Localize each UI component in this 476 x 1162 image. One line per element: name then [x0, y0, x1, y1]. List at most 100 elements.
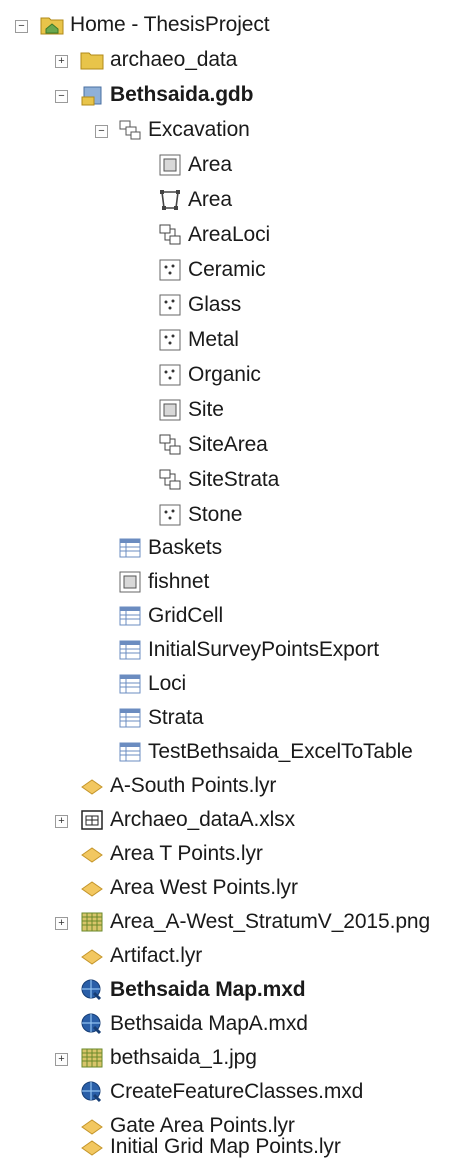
tree-item-fc-arealoci[interactable]: AreaLoci: [158, 220, 270, 250]
tree-item-fc-area-polygon[interactable]: Area: [158, 150, 232, 180]
tree-item-file-xlsx[interactable]: Archaeo_dataA.xlsx: [80, 805, 295, 835]
tree-item-file-bethsaida-map[interactable]: Bethsaida Map.mxd: [80, 975, 306, 1005]
tree-item-label: Area: [188, 153, 232, 176]
relationship-class-icon: [158, 468, 182, 492]
expand-toggle-jpg[interactable]: +: [55, 1053, 68, 1066]
tree-item-fc-stone[interactable]: Stone: [158, 500, 242, 530]
tree-item-file-initialgrid[interactable]: Initial Grid Map Points.lyr: [80, 1132, 341, 1162]
tree-item-fc-ceramic[interactable]: Ceramic: [158, 255, 266, 285]
point-feature-class-icon: [158, 328, 182, 352]
tree-item-label: Bethsaida MapA.mxd: [110, 1012, 308, 1035]
tree-item-label: SiteArea: [188, 433, 268, 456]
feature-dataset-icon: [118, 118, 142, 142]
expand-toggle-png[interactable]: +: [55, 917, 68, 930]
tree-item-archaeo-data[interactable]: archaeo_data: [80, 45, 237, 75]
table-icon: [118, 536, 142, 560]
tree-item-file-jpg[interactable]: bethsaida_1.jpg: [80, 1043, 257, 1073]
tree-item-gdb[interactable]: Bethsaida.gdb: [80, 80, 253, 110]
expand-toggle-xlsx[interactable]: +: [55, 815, 68, 828]
tree-item-label: CreateFeatureClasses.mxd: [110, 1080, 364, 1103]
tree-item-label: Archaeo_dataA.xlsx: [110, 808, 295, 831]
collapse-toggle-root[interactable]: −: [15, 20, 28, 33]
layer-file-icon: [80, 944, 104, 968]
tree-item-root[interactable]: Home - ThesisProject: [40, 10, 270, 40]
polygon-feature-class-icon: [158, 398, 182, 422]
tree-item-table-baskets[interactable]: Baskets: [118, 533, 222, 563]
point-feature-class-icon: [158, 503, 182, 527]
tree-item-file-asouth[interactable]: A-South Points.lyr: [80, 771, 276, 801]
tree-item-table-testbethsaida[interactable]: TestBethsaida_ExcelToTable: [118, 737, 413, 767]
tree-item-label: Ceramic: [188, 258, 266, 281]
tree-item-fc-site[interactable]: Site: [158, 395, 224, 425]
tree-item-table-gridcell[interactable]: GridCell: [118, 601, 223, 631]
tree-item-label: TestBethsaida_ExcelToTable: [148, 740, 413, 763]
map-document-icon: [80, 978, 104, 1002]
topology-icon: [158, 188, 182, 212]
tree-item-label: Organic: [188, 363, 261, 386]
tree-item-file-areawest[interactable]: Area West Points.lyr: [80, 873, 298, 903]
table-icon: [118, 638, 142, 662]
tree-item-label: Stone: [188, 503, 243, 526]
collapse-toggle-excavation[interactable]: −: [95, 125, 108, 138]
tree-item-label: Glass: [188, 293, 242, 316]
tree-item-excavation[interactable]: Excavation: [118, 115, 250, 145]
tree-item-label: Artifact.lyr: [110, 944, 203, 967]
tree-item-label: Home - ThesisProject: [70, 13, 270, 36]
tree-item-label: A-South Points.lyr: [110, 774, 277, 797]
geodatabase-icon: [80, 83, 104, 107]
tree-item-label: Excavation: [148, 118, 250, 141]
tree-item-label: fishnet: [148, 570, 210, 593]
tree-item-label: Initial Grid Map Points.lyr: [110, 1135, 341, 1158]
raster-icon: [80, 1046, 104, 1070]
tree-item-label: AreaLoci: [188, 223, 271, 246]
tree-item-label: Area West Points.lyr: [110, 876, 298, 899]
tree-item-fc-area-topology[interactable]: Area: [158, 185, 232, 215]
layer-file-icon: [80, 842, 104, 866]
expand-toggle-archaeo-data[interactable]: +: [55, 55, 68, 68]
raster-icon: [80, 910, 104, 934]
tree-item-fishnet[interactable]: fishnet: [118, 567, 209, 597]
collapse-toggle-gdb[interactable]: −: [55, 90, 68, 103]
tree-item-label: GridCell: [148, 604, 224, 627]
tree-item-label: InitialSurveyPointsExport: [148, 638, 379, 661]
layer-file-icon: [80, 774, 104, 798]
tree-item-file-createfc[interactable]: CreateFeatureClasses.mxd: [80, 1077, 363, 1107]
tree-item-label: Baskets: [148, 536, 222, 559]
layer-file-icon: [80, 1135, 104, 1159]
table-icon: [118, 672, 142, 696]
tree-item-file-areat[interactable]: Area T Points.lyr: [80, 839, 263, 869]
table-icon: [118, 604, 142, 628]
point-feature-class-icon: [158, 363, 182, 387]
home-folder-icon: [40, 13, 64, 37]
table-icon: [118, 706, 142, 730]
table-icon: [118, 740, 142, 764]
tree-item-label: Metal: [188, 328, 239, 351]
tree-item-label: Area T Points.lyr: [110, 842, 263, 865]
tree-item-fc-glass[interactable]: Glass: [158, 290, 241, 320]
tree-item-label: Site: [188, 398, 224, 421]
layer-file-icon: [80, 876, 104, 900]
relationship-class-icon: [158, 433, 182, 457]
tree-item-file-artifact[interactable]: Artifact.lyr: [80, 941, 202, 971]
tree-item-fc-metal[interactable]: Metal: [158, 325, 239, 355]
excel-workbook-icon: [80, 808, 104, 832]
tree-item-table-initialsurvey[interactable]: InitialSurveyPointsExport: [118, 635, 379, 665]
tree-item-file-png[interactable]: Area_A-West_StratumV_2015.png: [80, 907, 430, 937]
tree-item-label: Loci: [148, 672, 187, 695]
tree-item-label: SiteStrata: [188, 468, 280, 491]
tree-item-label: Bethsaida Map.mxd: [110, 978, 306, 1001]
folder-icon: [80, 48, 104, 72]
relationship-class-icon: [158, 223, 182, 247]
tree-item-fc-sitestrata[interactable]: SiteStrata: [158, 465, 279, 495]
tree-item-label: bethsaida_1.jpg: [110, 1046, 257, 1069]
tree-item-label: Area_A-West_StratumV_2015.png: [110, 910, 431, 933]
tree-item-table-loci[interactable]: Loci: [118, 669, 186, 699]
tree-item-fc-sitearea[interactable]: SiteArea: [158, 430, 268, 460]
tree-item-file-bethsaida-mapa[interactable]: Bethsaida MapA.mxd: [80, 1009, 308, 1039]
point-feature-class-icon: [158, 293, 182, 317]
catalog-tree: − Home - ThesisProject + archaeo_data − …: [0, 0, 476, 1162]
polygon-feature-class-icon: [158, 153, 182, 177]
tree-item-table-strata[interactable]: Strata: [118, 703, 204, 733]
tree-item-fc-organic[interactable]: Organic: [158, 360, 261, 390]
tree-item-label: Strata: [148, 706, 204, 729]
